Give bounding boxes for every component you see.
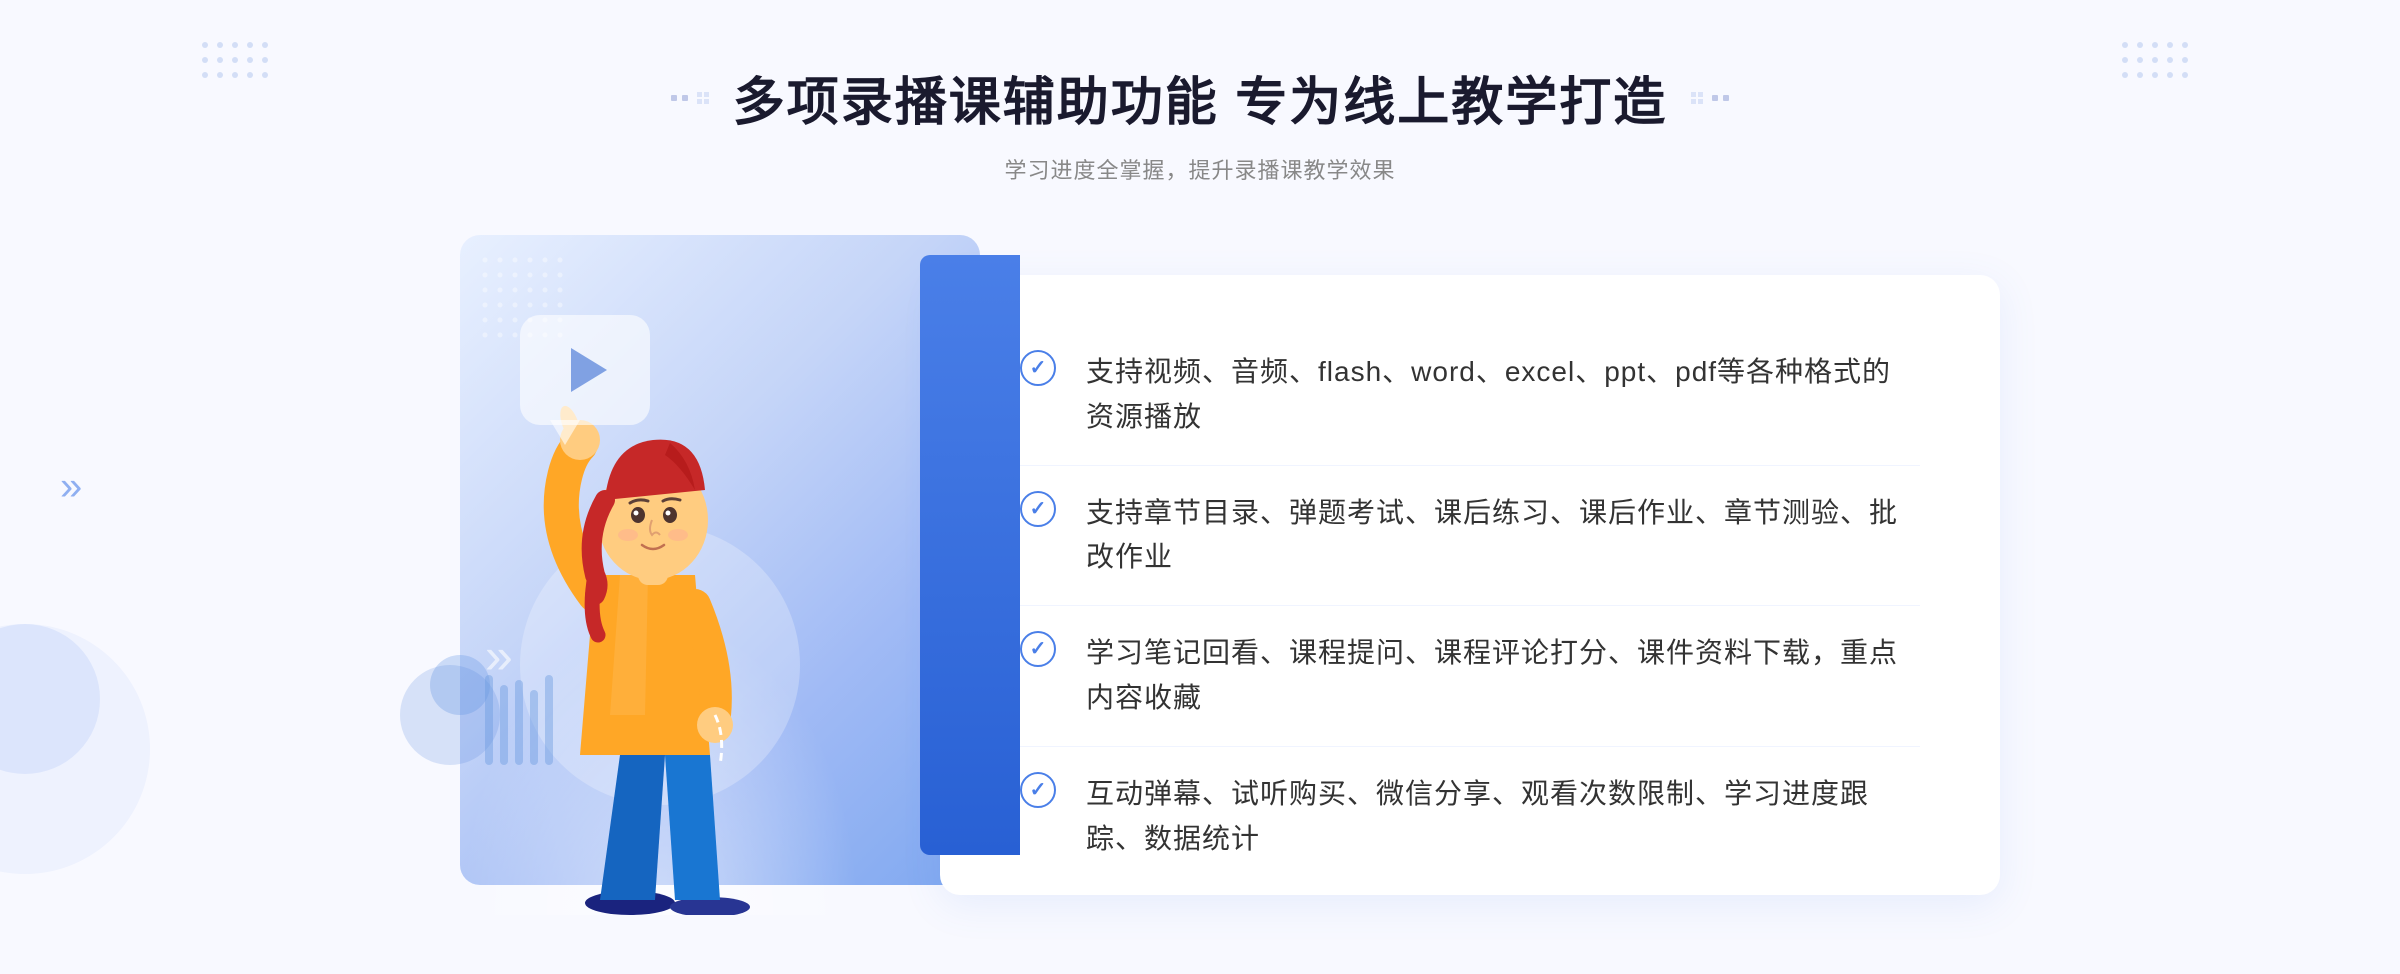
check-circle-2: ✓ (1020, 491, 1056, 527)
title-decorator-left (671, 88, 713, 108)
check-circle-3: ✓ (1020, 631, 1056, 667)
feature-text-3: 学习笔记回看、课程提问、课程评论打分、课件资料下载，重点内容收藏 (1086, 631, 1920, 721)
left-arrows-decoration: » (60, 465, 82, 510)
check-mark-3: ✓ (1030, 639, 1047, 659)
blue-accent-panel (920, 255, 1020, 855)
page-container: » (0, 0, 2400, 974)
feature-item-1: ✓ 支持视频、音频、flash、word、excel、ppt、pdf等各种格式的… (1020, 325, 1920, 466)
feature-item-4: ✓ 互动弹幕、试听购买、微信分享、观看次数限制、学习进度跟踪、数据统计 (1020, 747, 1920, 887)
dot-grid-top-right (2120, 40, 2200, 95)
feature-text-4: 互动弹幕、试听购买、微信分享、观看次数限制、学习进度跟踪、数据统计 (1086, 772, 1920, 862)
column-lines-decoration (485, 675, 555, 770)
check-mark-4: ✓ (1030, 780, 1047, 800)
title-row: 多项录播课辅助功能 专为线上教学打造 (671, 60, 1729, 135)
check-mark-2: ✓ (1030, 499, 1047, 519)
play-button-bubble (520, 315, 650, 425)
feature-item-3: ✓ 学习笔记回看、课程提问、课程评论打分、课件资料下载，重点内容收藏 (1020, 606, 1920, 747)
subtitle: 学习进度全掌握，提升录播课教学效果 (671, 153, 1729, 185)
features-panel: ✓ 支持视频、音频、flash、word、excel、ppt、pdf等各种格式的… (940, 275, 2000, 895)
check-circle-1: ✓ (1020, 350, 1056, 386)
feature-text-1: 支持视频、音频、flash、word、excel、ppt、pdf等各种格式的资源… (1086, 350, 1920, 440)
dot-grid-top-left (200, 40, 280, 95)
feature-item-2: ✓ 支持章节目录、弹题考试、课后练习、课后作业、章节测验、批改作业 (1020, 466, 1920, 607)
title-decorator-right (1687, 88, 1729, 108)
main-title: 多项录播课辅助功能 专为线上教学打造 (733, 60, 1667, 135)
check-mark-1: ✓ (1030, 358, 1047, 378)
illustration-area: » (400, 235, 1020, 915)
check-circle-4: ✓ (1020, 772, 1056, 808)
content-area: » (400, 235, 2000, 915)
play-icon (571, 348, 607, 392)
header-section: 多项录播课辅助功能 专为线上教学打造 学习进度全掌握，提升录播课教学效果 (671, 60, 1729, 185)
feature-text-2: 支持章节目录、弹题考试、课后练习、课后作业、章节测验、批改作业 (1086, 491, 1920, 581)
